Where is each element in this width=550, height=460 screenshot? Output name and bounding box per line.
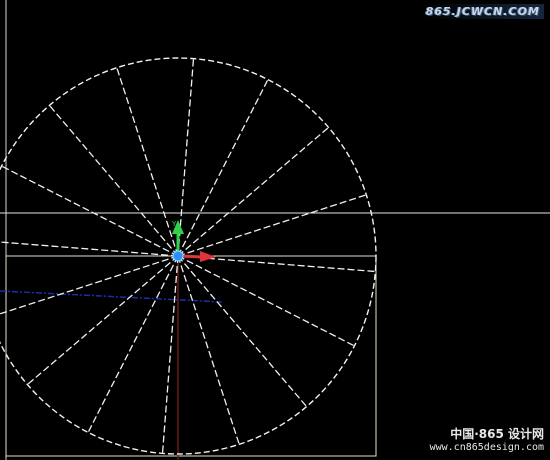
drawing-viewport[interactable]: Y	[0, 0, 550, 460]
ucs-y-label: Y	[171, 220, 177, 228]
canvas-background	[0, 0, 550, 460]
ucs-origin-marker	[172, 250, 184, 262]
watermark-top: 865.JCWCN.COM	[421, 4, 544, 19]
watermark-url: www.cn865design.com	[429, 442, 544, 453]
watermark-bottom: 中国·865 设计网 www.cn865design.com	[430, 427, 544, 455]
watermark-site-name: 中国·865 设计网	[450, 427, 544, 441]
